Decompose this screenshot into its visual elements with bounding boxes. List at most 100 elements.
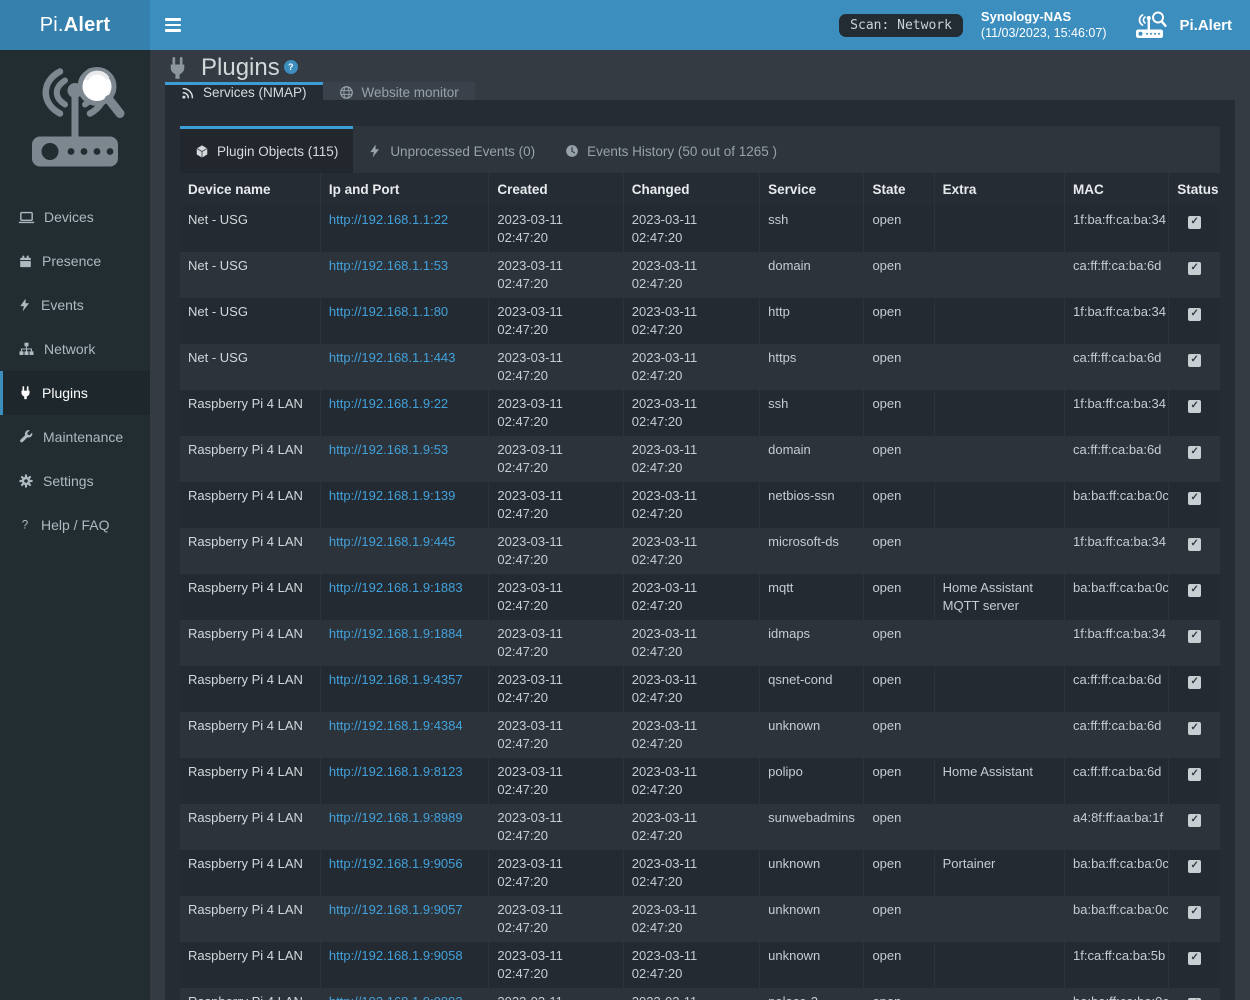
sidebar-item-maintenance[interactable]: Maintenance: [0, 415, 150, 459]
ip-port-link[interactable]: http://192.168.1.9:9056: [329, 856, 463, 871]
table-row: Net - USGhttp://192.168.1.1:4432023-03-1…: [180, 344, 1220, 390]
status-checkbox[interactable]: ✓: [1188, 216, 1201, 229]
column-header-service[interactable]: Service: [760, 173, 864, 206]
ip-port-link[interactable]: http://192.168.1.9:9058: [329, 948, 463, 963]
column-header-device-name[interactable]: Device name: [180, 173, 320, 206]
cell-device: Raspberry Pi 4 LAN: [180, 804, 320, 850]
ip-port-link[interactable]: http://192.168.1.9:1883: [329, 580, 463, 595]
status-checkbox[interactable]: ✓: [1188, 814, 1201, 827]
status-checkbox[interactable]: ✓: [1188, 860, 1201, 873]
cell-url: http://192.168.1.9:8989: [320, 804, 488, 850]
ip-port-link[interactable]: http://192.168.1.1:53: [329, 258, 448, 273]
ip-port-link[interactable]: http://192.168.1.1:80: [329, 304, 448, 319]
cell-status: ✓: [1169, 390, 1220, 436]
ip-port-link[interactable]: http://192.168.1.1:22: [329, 212, 448, 227]
tab-services-nmap[interactable]: Services (NMAP): [165, 82, 323, 100]
status-checkbox[interactable]: ✓: [1188, 400, 1201, 413]
column-header-extra[interactable]: Extra: [934, 173, 1064, 206]
app-logo[interactable]: Pi.Alert: [0, 0, 150, 50]
cell-created: 2023-03-11 02:47:20: [489, 850, 623, 896]
ip-port-link[interactable]: http://192.168.1.9:4384: [329, 718, 463, 733]
sidebar-item-plugins[interactable]: Plugins: [0, 371, 150, 415]
sidebar-logo-image: [25, 64, 125, 175]
cell-created: 2023-03-11 02:47:20: [489, 988, 623, 1000]
cell-state: open: [864, 344, 934, 390]
help-badge[interactable]: ?: [284, 60, 298, 74]
ip-port-link[interactable]: http://192.168.1.9:139: [329, 488, 456, 503]
ip-port-link[interactable]: http://192.168.1.9:53: [329, 442, 448, 457]
ip-port-link[interactable]: http://192.168.1.9:9993: [329, 994, 463, 1000]
brand-link[interactable]: Pi.Alert: [1134, 11, 1232, 39]
ip-port-link[interactable]: http://192.168.1.9:4357: [329, 672, 463, 687]
cell-created: 2023-03-11 02:47:20: [489, 206, 623, 252]
sidebar-item-help-faq[interactable]: ?Help / FAQ: [0, 503, 150, 547]
cell-extra: [934, 620, 1064, 666]
status-checkbox[interactable]: ✓: [1188, 630, 1201, 643]
cell-created: 2023-03-11 02:47:20: [489, 390, 623, 436]
sidebar-item-devices[interactable]: Devices: [0, 195, 150, 239]
cell-device: Raspberry Pi 4 LAN: [180, 528, 320, 574]
cell-created: 2023-03-11 02:47:20: [489, 942, 623, 988]
cell-service: ssh: [760, 206, 864, 252]
status-checkbox[interactable]: ✓: [1188, 538, 1201, 551]
ip-port-link[interactable]: http://192.168.1.9:445: [329, 534, 456, 549]
sidebar-item-presence[interactable]: Presence: [0, 239, 150, 283]
subtab-events-history-out-of[interactable]: Events History (50 out of 1265 ): [550, 126, 792, 173]
ip-port-link[interactable]: http://192.168.1.1:443: [329, 350, 456, 365]
brand-label: Pi.Alert: [1179, 17, 1232, 34]
cell-mac: ca:ff:ff:ca:ba:6d: [1065, 758, 1169, 804]
column-header-mac[interactable]: MAC: [1065, 173, 1169, 206]
sitemap-icon: [18, 341, 35, 357]
cell-status: ✓: [1169, 298, 1220, 344]
subtab-unprocessed-events[interactable]: Unprocessed Events (0): [353, 126, 550, 173]
ip-port-link[interactable]: http://192.168.1.9:9057: [329, 902, 463, 917]
status-checkbox[interactable]: ✓: [1188, 308, 1201, 321]
status-checkbox[interactable]: ✓: [1188, 492, 1201, 505]
cell-changed: 2023-03-11 02:47:20: [623, 942, 759, 988]
cell-service: ssh: [760, 390, 864, 436]
status-checkbox[interactable]: ✓: [1188, 722, 1201, 735]
column-header-changed[interactable]: Changed: [623, 173, 759, 206]
cell-status: ✓: [1169, 850, 1220, 896]
status-checkbox[interactable]: ✓: [1188, 584, 1201, 597]
cell-extra: [934, 666, 1064, 712]
column-header-ip-and-port[interactable]: Ip and Port: [320, 173, 488, 206]
status-checkbox[interactable]: ✓: [1188, 906, 1201, 919]
status-checkbox[interactable]: ✓: [1188, 354, 1201, 367]
cell-device: Raspberry Pi 4 LAN: [180, 896, 320, 942]
cell-extra: [934, 344, 1064, 390]
status-checkbox[interactable]: ✓: [1188, 768, 1201, 781]
cell-device: Net - USG: [180, 252, 320, 298]
cell-service: domain: [760, 436, 864, 482]
ip-port-link[interactable]: http://192.168.1.9:8123: [329, 764, 463, 779]
status-checkbox[interactable]: ✓: [1188, 262, 1201, 275]
tab-website-monitor[interactable]: Website monitor: [323, 82, 475, 100]
table-row: Raspberry Pi 4 LANhttp://192.168.1.9:812…: [180, 758, 1220, 804]
column-header-created[interactable]: Created: [489, 173, 623, 206]
sidebar-item-settings[interactable]: Settings: [0, 459, 150, 503]
cell-device: Raspberry Pi 4 LAN: [180, 666, 320, 712]
ip-port-link[interactable]: http://192.168.1.9:1884: [329, 626, 463, 641]
subtab-plugin-objects[interactable]: Plugin Objects (115): [180, 126, 353, 173]
cell-mac: ba:ba:ff:ca:ba:0c: [1065, 988, 1169, 1000]
cell-device: Net - USG: [180, 298, 320, 344]
status-checkbox[interactable]: ✓: [1188, 952, 1201, 965]
cell-url: http://192.168.1.9:1884: [320, 620, 488, 666]
cell-url: http://192.168.1.9:9056: [320, 850, 488, 896]
column-header-state[interactable]: State: [864, 173, 934, 206]
cell-changed: 2023-03-11 02:47:20: [623, 252, 759, 298]
sidebar-item-label: Plugins: [42, 385, 88, 401]
status-checkbox[interactable]: ✓: [1188, 446, 1201, 459]
ip-port-link[interactable]: http://192.168.1.9:22: [329, 396, 448, 411]
cell-service: polipo: [760, 758, 864, 804]
tab-label: Website monitor: [362, 85, 459, 100]
cell-device: Raspberry Pi 4 LAN: [180, 988, 320, 1000]
cell-mac: ba:ba:ff:ca:ba:0c: [1065, 896, 1169, 942]
sidebar-item-events[interactable]: Events: [0, 283, 150, 327]
sidebar-item-network[interactable]: Network: [0, 327, 150, 371]
status-checkbox[interactable]: ✓: [1188, 676, 1201, 689]
column-header-status[interactable]: Status: [1169, 173, 1220, 206]
sidebar-toggle-button[interactable]: [150, 0, 196, 50]
cell-extra: [934, 896, 1064, 942]
ip-port-link[interactable]: http://192.168.1.9:8989: [329, 810, 463, 825]
